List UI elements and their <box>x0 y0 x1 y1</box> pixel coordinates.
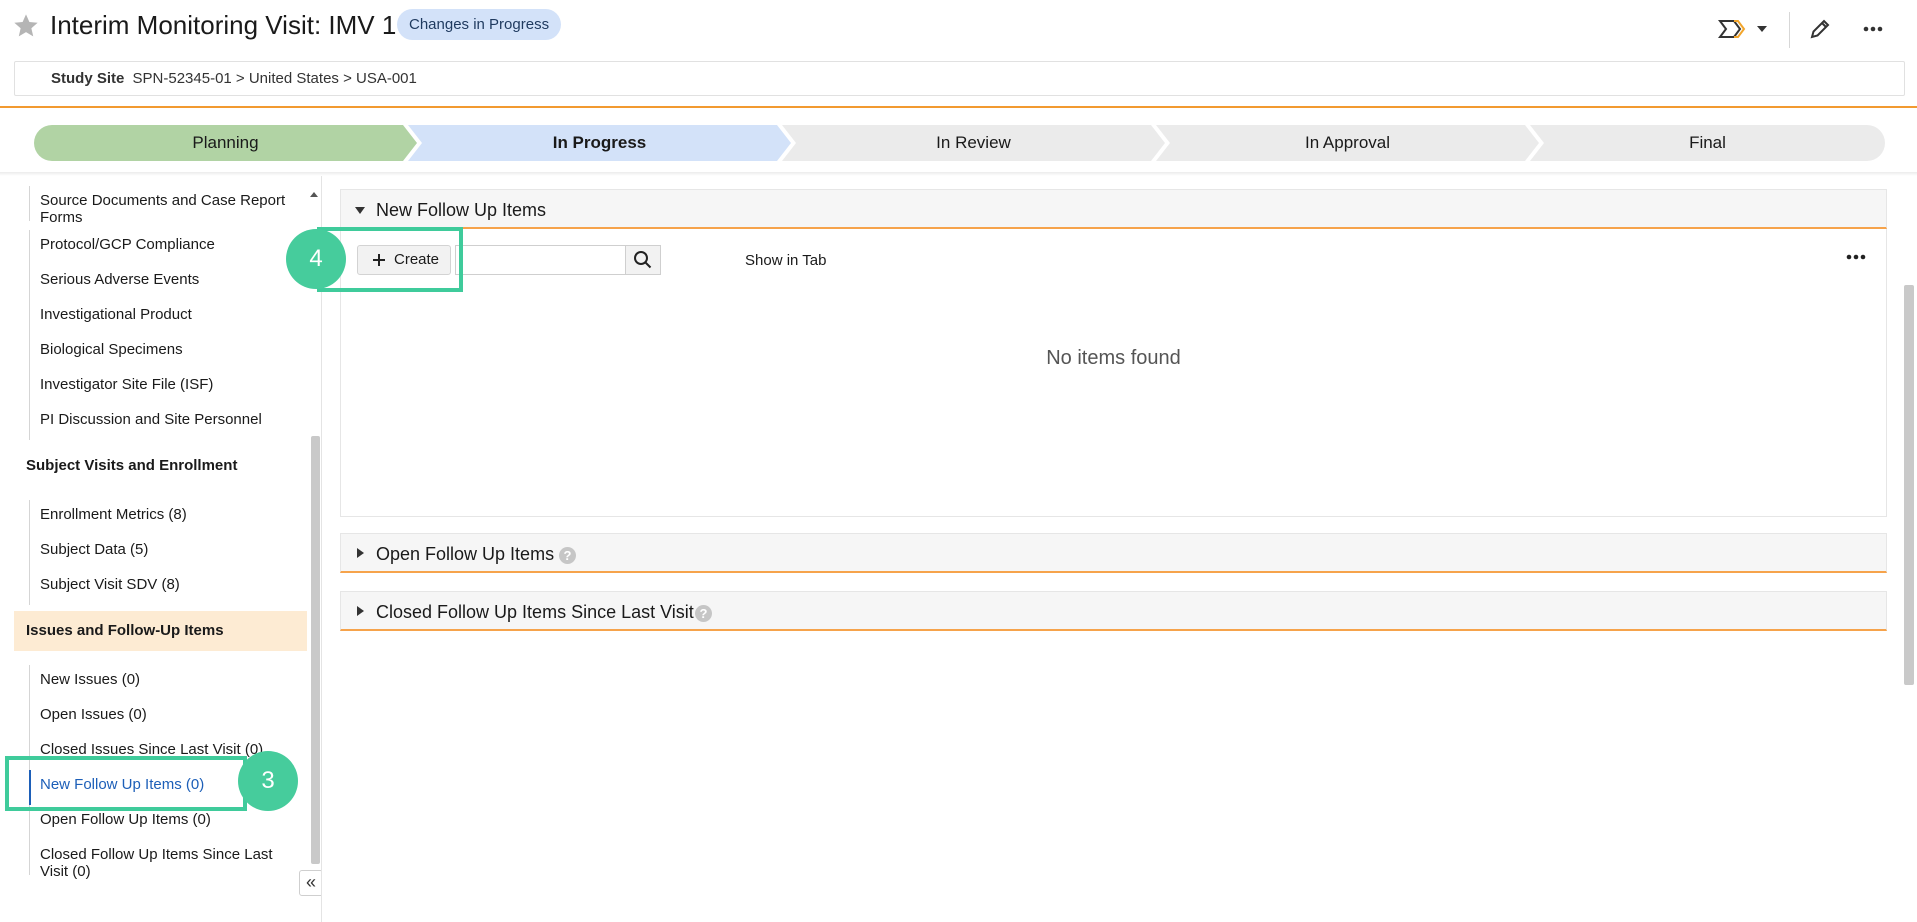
breadcrumb-label: Study Site <box>51 70 125 87</box>
open-follow-up-items-header[interactable]: Open Follow Up Items ? <box>340 533 1887 573</box>
nav-item-label: Investigational Product <box>40 306 192 323</box>
closed-follow-up-items-header[interactable]: Closed Follow Up Items Since Last Visit … <box>340 591 1887 631</box>
stage-planning[interactable]: Planning <box>34 125 417 161</box>
chevron-down-icon <box>1757 26 1767 32</box>
open-follow-up-items-panel: Open Follow Up Items ? <box>340 533 1887 573</box>
nav-item-label: Biological Specimens <box>40 341 183 358</box>
sidebar-item[interactable]: Enrollment Metrics (8) <box>29 500 300 535</box>
search-input[interactable] <box>455 245 625 275</box>
nav-item-label: Enrollment Metrics (8) <box>40 506 187 523</box>
nav-indicator <box>29 700 30 735</box>
caret-right-icon <box>357 548 364 558</box>
nav-indicator <box>29 535 30 570</box>
page-title: Interim Monitoring Visit: IMV 1 <box>50 10 397 40</box>
nav-item-label: Open Follow Up Items (0) <box>40 811 211 828</box>
workflow-actions-button[interactable] <box>1718 14 1774 44</box>
search-button[interactable] <box>625 245 661 275</box>
nav-item-label: Subject Data (5) <box>40 541 149 558</box>
sidebar-item[interactable]: Open Follow Up Items (0) <box>29 805 300 840</box>
sidebar-item[interactable]: Subject Visit SDV (8) <box>29 570 300 605</box>
stage-in-review[interactable]: In Review <box>782 125 1165 161</box>
sidebar-item[interactable]: Investigator Site File (ISF) <box>29 370 300 405</box>
breadcrumb-path[interactable]: SPN-52345-01 > United States > USA-001 <box>133 70 417 87</box>
collapse-sidebar-button[interactable]: « <box>299 870 321 896</box>
edit-pencil-icon[interactable] <box>1805 14 1835 44</box>
nav-indicator <box>29 405 30 440</box>
sidebar-item[interactable]: Investigational Product <box>29 300 300 335</box>
page-header: Interim Monitoring Visit: IMV 1 Changes … <box>0 0 1917 108</box>
caret-right-icon <box>357 606 364 616</box>
sidebar-item[interactable]: PI Discussion and Site Personnel <box>29 405 300 440</box>
stage-final[interactable]: Final <box>1530 125 1885 161</box>
more-options-icon[interactable] <box>1858 14 1888 44</box>
favorite-star-icon[interactable] <box>12 12 40 40</box>
step-3-marker: 3 <box>238 751 298 811</box>
sidebar-item[interactable]: Closed Follow Up Items Since Last Visit … <box>29 840 300 880</box>
header-divider <box>1789 12 1790 48</box>
stage-in-progress[interactable]: In Progress <box>408 125 791 161</box>
nav-indicator <box>29 570 30 605</box>
nav-indicator <box>29 370 30 405</box>
nav-indicator <box>29 186 30 221</box>
nav-indicator <box>29 665 30 700</box>
nav-item-label: PI Discussion and Site Personnel <box>40 411 262 428</box>
nav-item-label: Open Issues (0) <box>40 706 147 723</box>
sidebar-item[interactable]: Serious Adverse Events <box>29 265 300 300</box>
more-options-icon[interactable] <box>1841 245 1871 269</box>
nav-item-label: Subject Visit SDV (8) <box>40 576 180 593</box>
search-icon <box>634 251 652 269</box>
new-follow-up-items-panel: New Follow Up Items Create Show in Tab N… <box>340 189 1887 517</box>
help-icon[interactable]: ? <box>695 605 712 622</box>
new-follow-up-items-body: Create Show in Tab No items found <box>340 229 1887 517</box>
sidebar-section-issues[interactable]: Issues and Follow-Up Items <box>14 611 307 651</box>
panel-title: Open Follow Up Items <box>376 544 555 564</box>
caret-down-icon <box>355 207 365 214</box>
nav-indicator <box>29 265 30 300</box>
empty-state-message: No items found <box>1046 347 1181 369</box>
help-icon[interactable]: ? <box>559 547 576 564</box>
nav-item-label: Closed Follow Up Items Since Last Visit … <box>40 846 273 880</box>
workflow-chevron-icon <box>1718 20 1746 38</box>
stage-in-approval[interactable]: In Approval <box>1156 125 1539 161</box>
nav-item-label: Source Documents and Case Report Forms <box>40 192 286 226</box>
sidebar-item[interactable]: New Issues (0) <box>29 665 300 700</box>
nav-indicator <box>29 840 30 875</box>
sidebar-item[interactable]: Protocol/GCP Compliance <box>29 230 300 265</box>
main-scrollbar-thumb[interactable] <box>1904 285 1914 685</box>
sidebar-item[interactable]: Biological Specimens <box>29 335 300 370</box>
breadcrumb: Study Site SPN-52345-01 > United States … <box>14 61 1905 96</box>
sidebar-item[interactable]: Open Issues (0) <box>29 700 300 735</box>
nav-item-label: Protocol/GCP Compliance <box>40 236 215 253</box>
show-in-tab-link[interactable]: Show in Tab <box>745 252 826 269</box>
status-badge: Changes in Progress <box>397 9 562 40</box>
header-accent-line <box>0 106 1917 108</box>
nav-item-label: New Issues (0) <box>40 671 141 688</box>
step-4-marker: 4 <box>286 229 346 289</box>
panel-title: Closed Follow Up Items Since Last Visit <box>376 602 694 622</box>
step-3-highlight <box>5 756 247 811</box>
nav-indicator <box>29 230 30 265</box>
nav-item-label: Serious Adverse Events <box>40 271 200 288</box>
nav-indicator <box>29 335 30 370</box>
sidebar-item[interactable]: Source Documents and Case Report Forms <box>29 186 300 226</box>
nav-indicator <box>29 300 30 335</box>
lifecycle-stage-bar: Planning In Progress In Review In Approval F… <box>34 125 1885 161</box>
new-follow-up-items-header[interactable]: New Follow Up Items <box>340 189 1887 229</box>
sidebar-section-subject-visits[interactable]: Subject Visits and Enrollment <box>14 446 307 486</box>
panel-title: New Follow Up Items <box>376 200 547 220</box>
closed-follow-up-items-panel: Closed Follow Up Items Since Last Visit … <box>340 591 1887 631</box>
sidebar-item[interactable]: Subject Data (5) <box>29 535 300 570</box>
nav-indicator <box>29 500 30 535</box>
sidebar-scrollbar-thumb[interactable] <box>311 436 320 864</box>
scroll-up-arrow-icon[interactable] <box>309 190 319 200</box>
nav-item-label: Investigator Site File (ISF) <box>40 376 214 393</box>
